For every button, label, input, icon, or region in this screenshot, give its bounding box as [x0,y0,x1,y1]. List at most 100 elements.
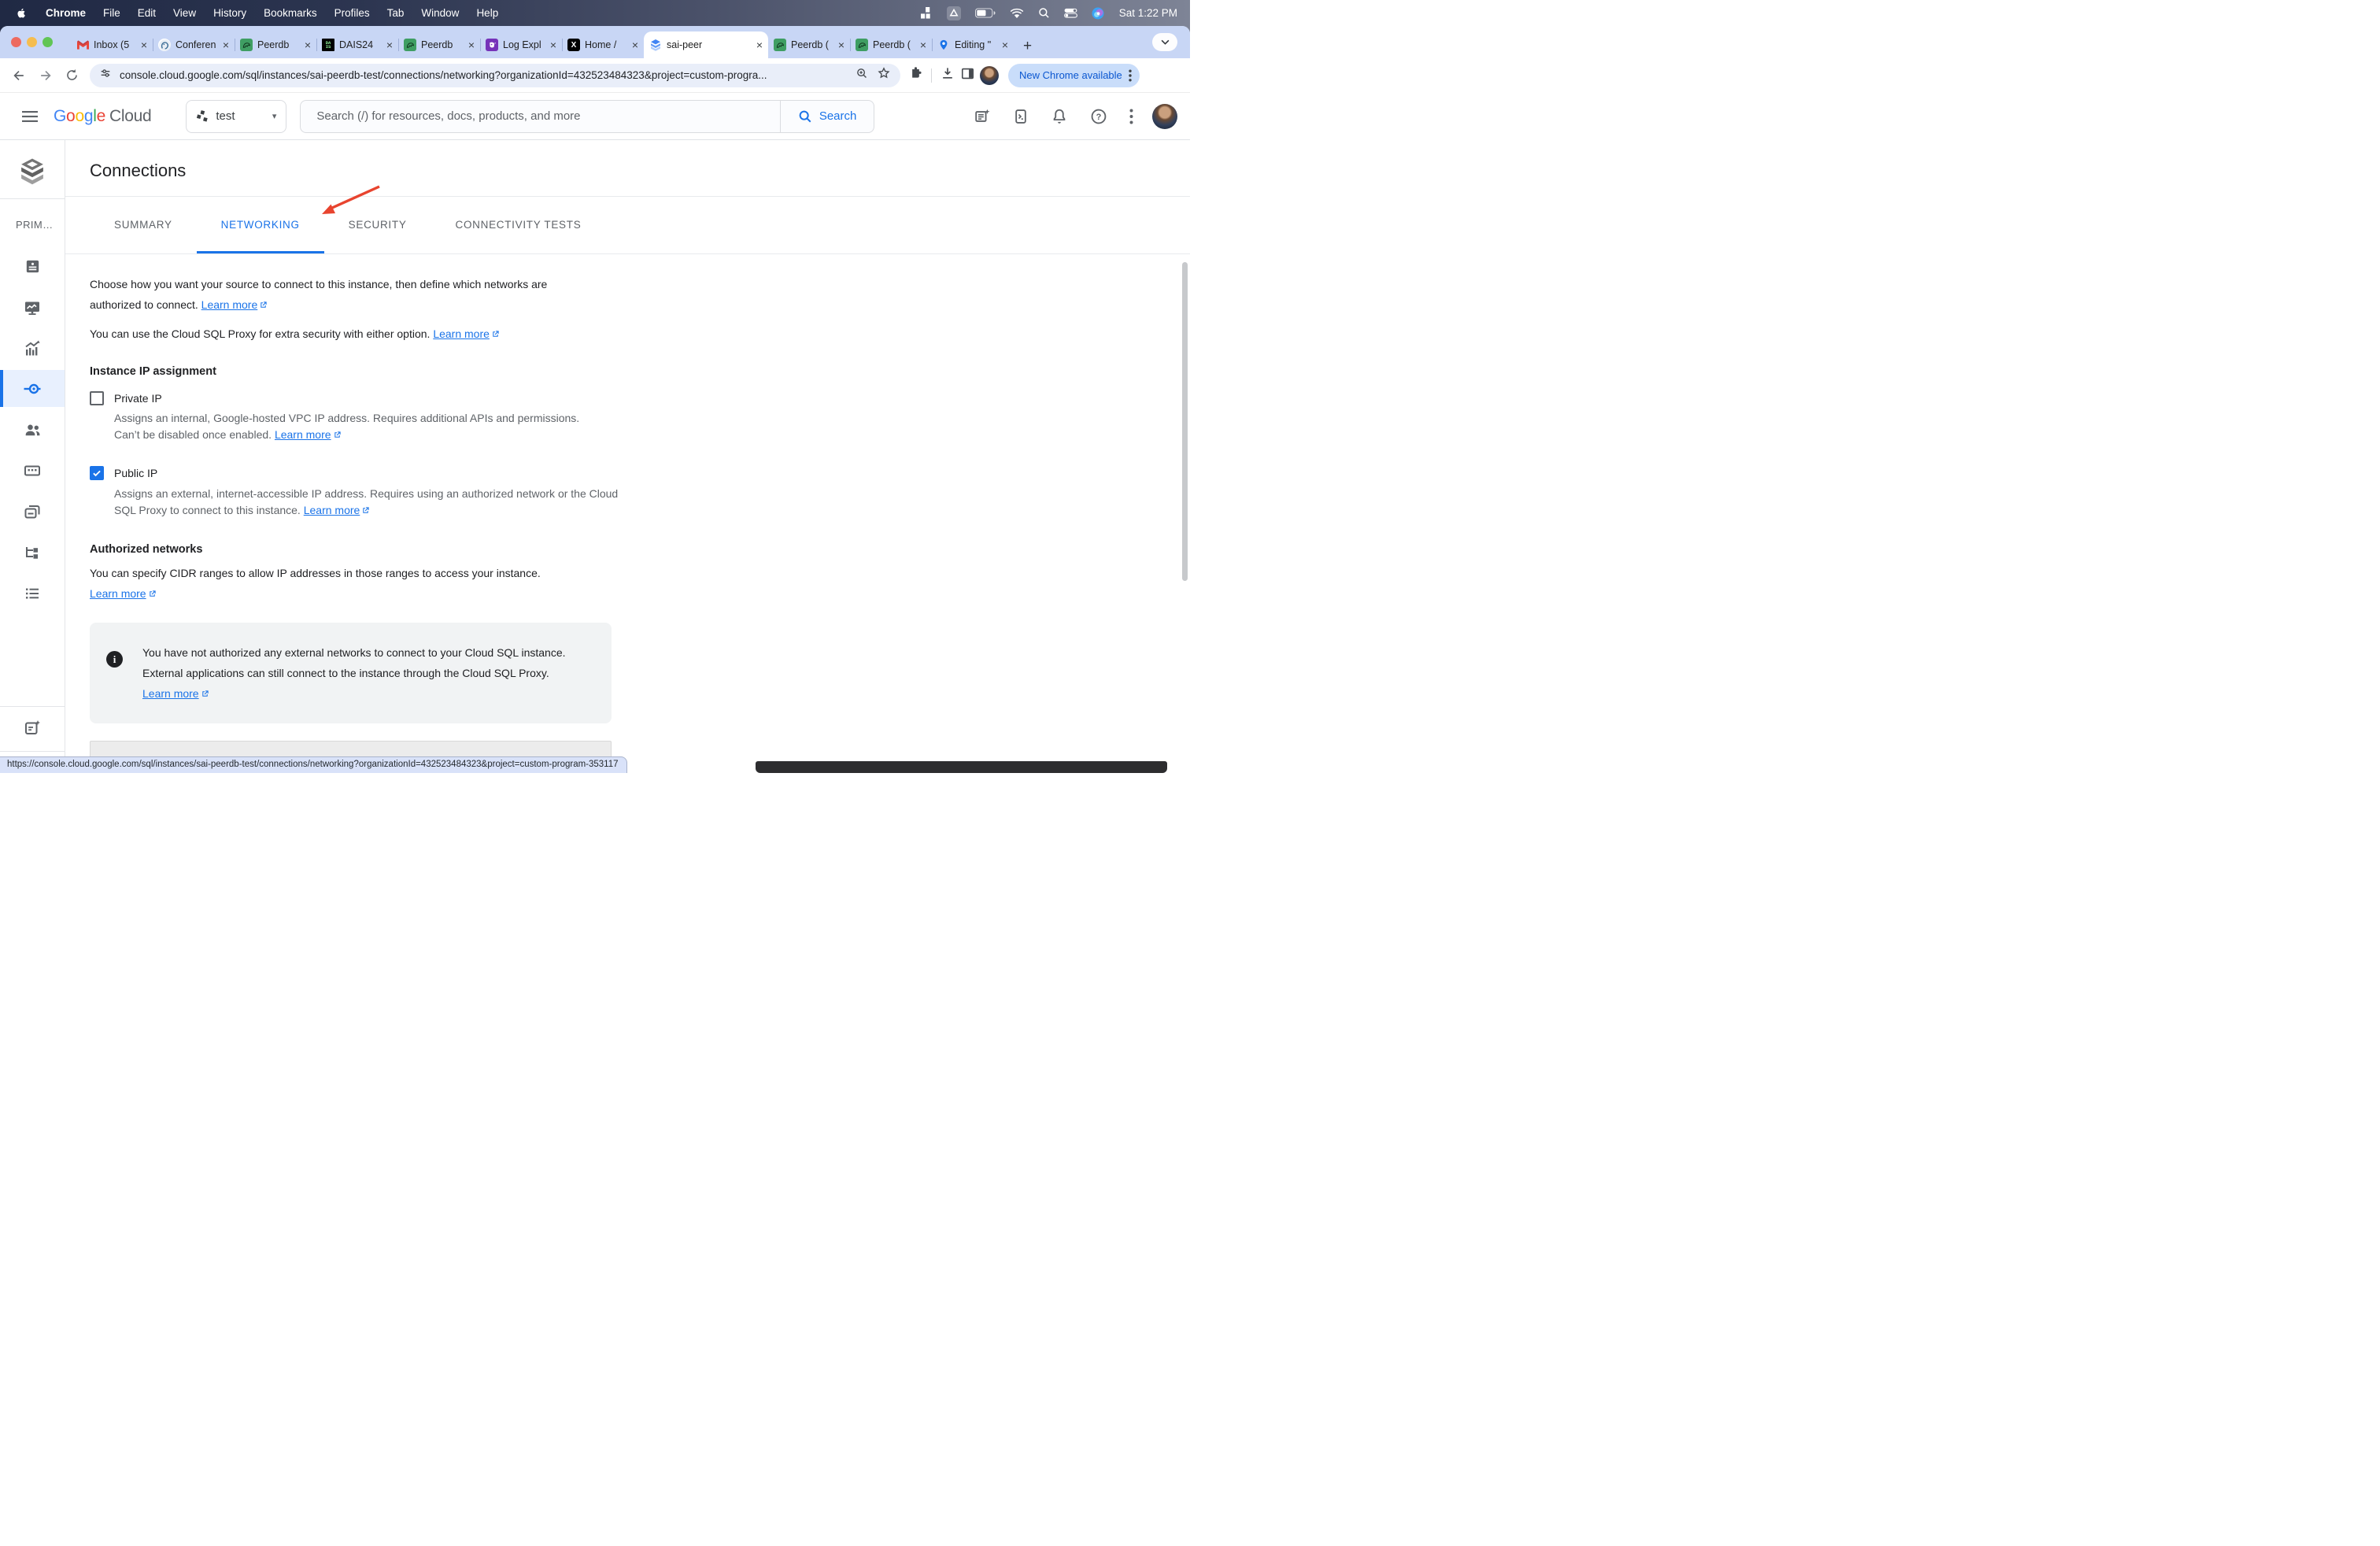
tab-summary[interactable]: SUMMARY [90,197,197,253]
menubar-tab[interactable]: Tab [379,7,413,19]
browser-tab-peerdb-2[interactable]: Peerdb × [398,31,480,58]
browser-tab-peerdb-3[interactable]: Peerdb ( × [768,31,850,58]
menubar-window[interactable]: Window [412,7,468,19]
browser-tab-log-explorer[interactable]: Log Expl × [480,31,562,58]
tab-close-icon[interactable]: × [756,39,763,50]
menubar-app-chrome[interactable]: Chrome [37,7,94,19]
browser-menu-icon[interactable] [1129,69,1132,82]
tab-close-icon[interactable]: × [468,39,475,50]
new-tab-button[interactable]: + [1014,38,1041,58]
browser-tab-dais[interactable]: DAIS DAIS24 × [316,31,398,58]
learn-more-link[interactable]: Learn more [201,298,268,311]
project-picker[interactable]: test ▾ [186,100,286,133]
menubar-edit[interactable]: Edit [129,7,164,19]
menubar-history[interactable]: History [205,7,255,19]
side-panel-icon[interactable] [960,66,975,85]
notifications-bell-icon[interactable] [1051,108,1068,125]
tab-close-icon[interactable]: × [223,39,229,50]
tab-label: Peerdb [421,39,464,50]
siri-icon[interactable] [1092,7,1104,20]
tab-close-icon[interactable]: × [1002,39,1008,50]
menubar-app-icon[interactable] [947,6,961,20]
new-chrome-available-button[interactable]: New Chrome available [1008,64,1140,87]
bookmark-star-icon[interactable] [877,66,891,84]
tab-networking[interactable]: NETWORKING [197,197,324,253]
backups-icon [23,502,42,521]
menubar-help[interactable]: Help [468,7,507,19]
sidebar-item-connections[interactable] [0,370,65,407]
tab-close-icon[interactable]: × [838,39,844,50]
minimize-window-button[interactable] [27,37,37,47]
browser-tab-active-cloud-sql[interactable]: sai-peer × [644,31,768,58]
scrollbar-thumb[interactable] [1182,262,1188,581]
sidebar-item-operations[interactable] [0,575,65,612]
extensions-icon[interactable] [908,66,923,85]
browser-tab-conference[interactable]: Conferen × [153,31,235,58]
menubar-view[interactable]: View [164,7,205,19]
hamburger-menu-icon[interactable] [22,111,38,122]
tab-close-icon[interactable]: × [632,39,638,50]
battery-icon[interactable] [975,8,996,18]
sidebar-item-backups[interactable] [0,493,65,530]
sidebar-item-system-insights[interactable] [0,289,65,326]
sidebar-item-release-notes[interactable] [0,709,65,746]
sidebar-item-users[interactable] [0,411,65,448]
tab-close-icon[interactable]: × [386,39,393,50]
menubar-bookmarks[interactable]: Bookmarks [255,7,326,19]
learn-more-link[interactable]: Learn more [275,428,342,441]
tab-search-button[interactable] [1152,33,1177,51]
help-icon[interactable]: ? [1090,108,1107,125]
url-text[interactable]: console.cloud.google.com/sql/instances/s… [120,69,848,81]
learn-more-link[interactable]: Learn more [304,504,371,516]
apple-menu-icon[interactable] [16,6,28,20]
tab-close-icon[interactable]: × [141,39,147,50]
browser-profile-avatar[interactable] [980,66,999,85]
tab-security[interactable]: SECURITY [324,197,431,253]
address-bar[interactable]: console.cloud.google.com/sql/instances/s… [90,64,900,87]
private-ip-description: Assigns an internal, Google-hosted VPC I… [114,410,586,443]
gcp-search-input[interactable] [301,109,779,123]
spotlight-search-icon[interactable] [1038,7,1050,19]
browser-tab-peerdb-1[interactable]: Peerdb × [235,31,316,58]
cloud-shell-icon[interactable] [1013,108,1029,125]
release-notes-icon[interactable] [974,108,991,125]
learn-more-link[interactable]: Learn more [433,327,500,340]
stage-manager-icon[interactable] [921,7,933,19]
tab-close-icon[interactable]: × [550,39,556,50]
public-ip-checkbox[interactable] [90,466,104,480]
site-settings-icon[interactable] [99,67,112,83]
close-window-button[interactable] [11,37,21,47]
menubar-clock[interactable]: Sat 1:22 PM [1119,7,1177,19]
control-center-icon[interactable] [1064,8,1077,18]
menubar-file[interactable]: File [94,7,129,19]
sidebar-item-databases[interactable] [0,452,65,489]
learn-more-link[interactable]: Learn more [90,587,157,600]
browser-tab-x-home[interactable]: X Home / × [562,31,644,58]
browser-tab-editing[interactable]: Editing " × [932,31,1014,58]
tab-connectivity-tests[interactable]: CONNECTIVITY TESTS [431,197,606,253]
account-avatar[interactable] [1152,104,1177,129]
private-ip-checkbox[interactable] [90,391,104,405]
google-cloud-logo[interactable]: GoogleCloud [54,107,151,126]
tab-close-icon[interactable]: × [305,39,311,50]
learn-more-link[interactable]: Learn more [142,687,209,700]
forward-icon[interactable] [38,68,54,83]
back-icon[interactable] [11,68,27,83]
more-options-icon[interactable] [1129,109,1133,124]
tab-label: Peerdb [257,39,300,50]
sidebar-item-query-insights[interactable] [0,330,65,367]
zoom-window-button[interactable] [42,37,53,47]
wifi-icon[interactable] [1010,8,1024,19]
sidebar-item-overview[interactable] [0,248,65,285]
gcp-search-bar[interactable]: Search [300,100,874,133]
download-icon[interactable] [940,65,955,85]
new-chrome-label: New Chrome available [1019,69,1122,81]
menubar-profiles[interactable]: Profiles [326,7,379,19]
gcp-search-button[interactable]: Search [781,109,874,124]
zoom-icon[interactable] [856,67,869,84]
browser-tab-peerdb-4[interactable]: Peerdb ( × [850,31,932,58]
sidebar-item-replicas[interactable] [0,534,65,571]
tab-close-icon[interactable]: × [920,39,926,50]
browser-tab-gmail[interactable]: Inbox (5 × [71,31,153,58]
reload-icon[interactable] [65,68,79,83]
